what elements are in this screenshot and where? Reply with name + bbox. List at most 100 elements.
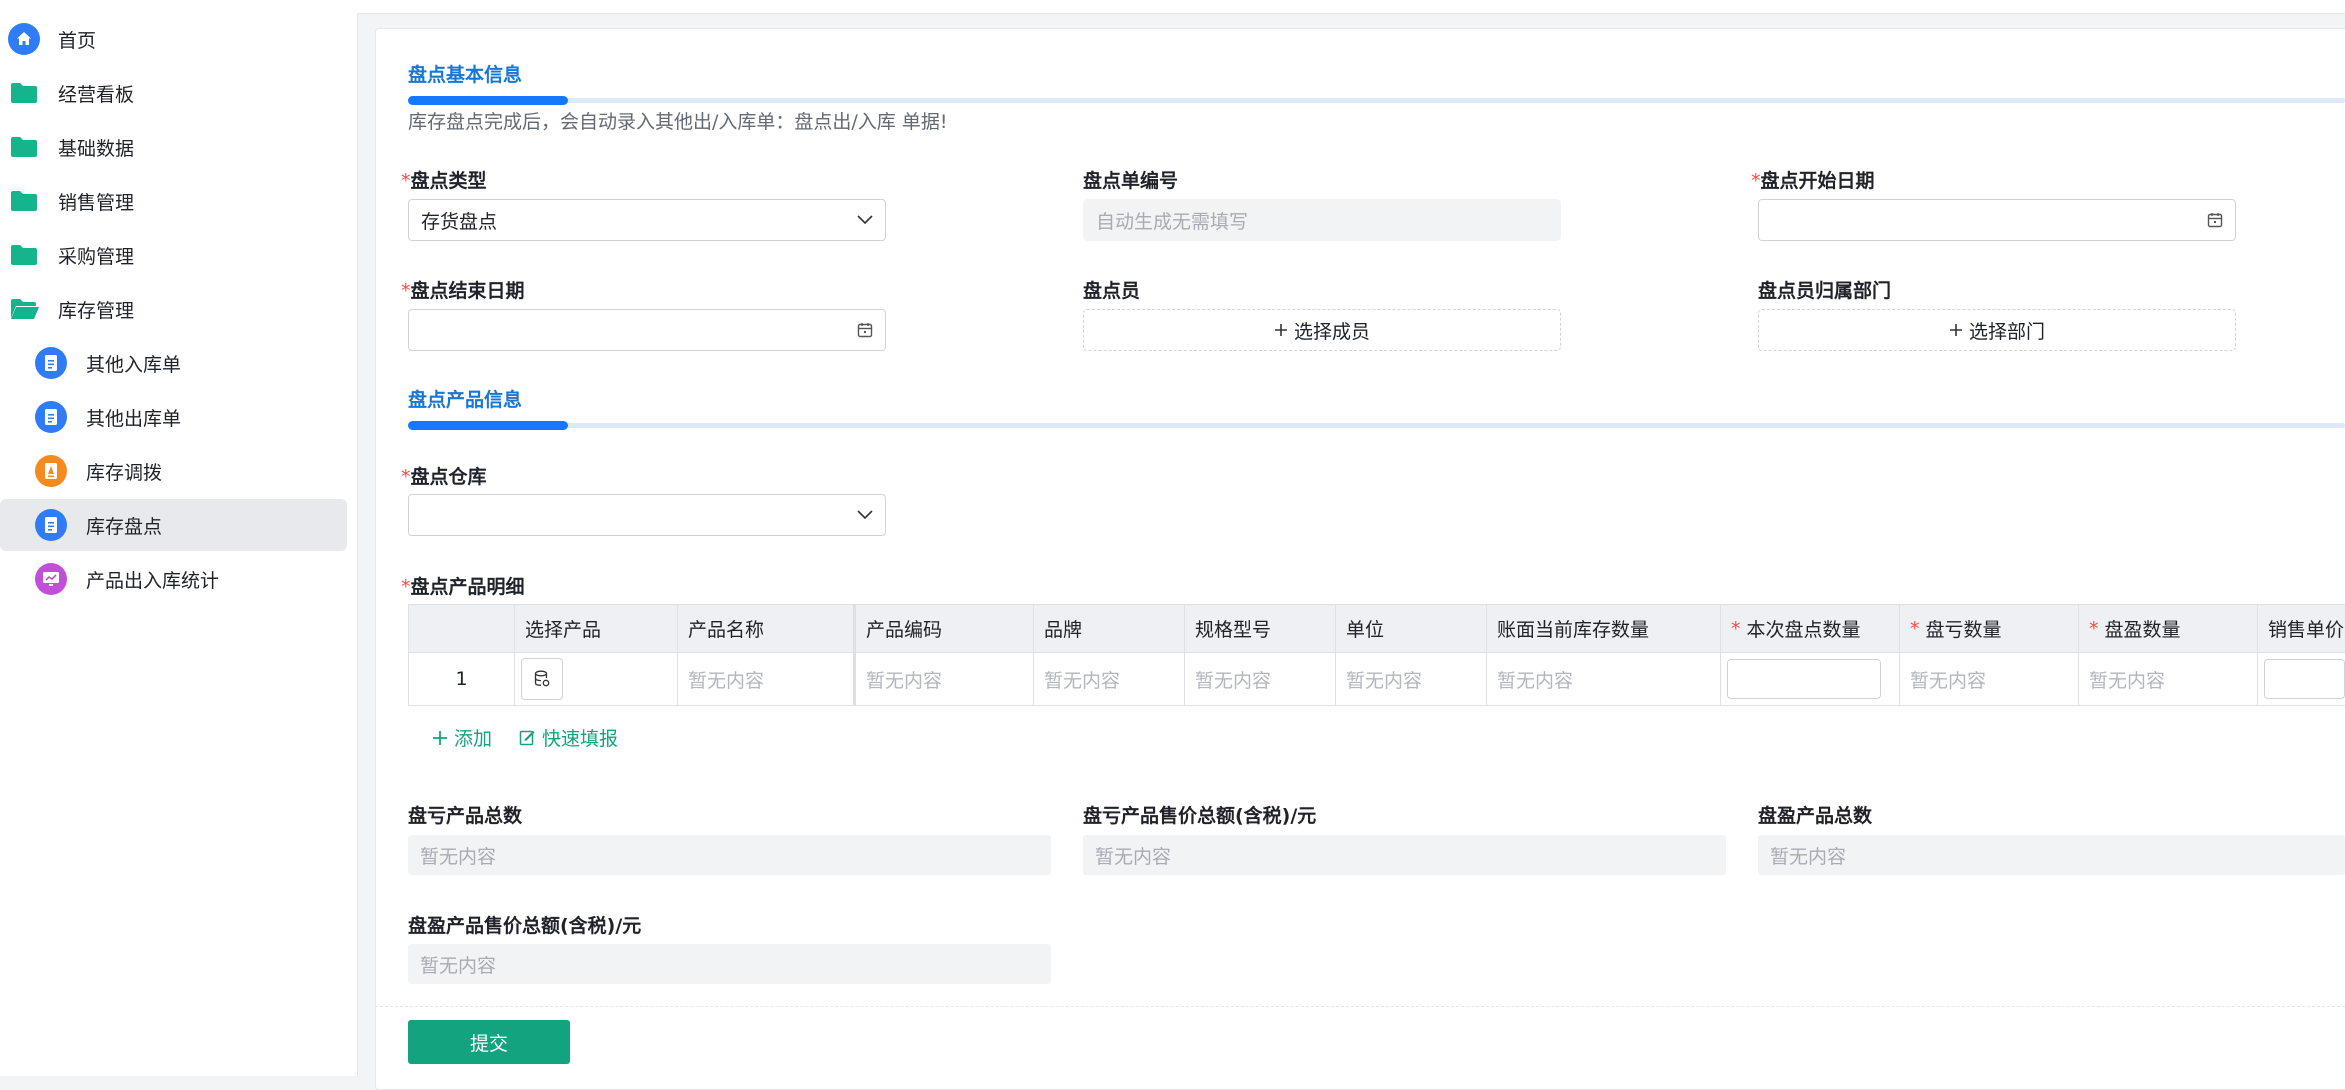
end-date-input[interactable] (408, 309, 886, 351)
sidebar-item-purchase[interactable]: 采购管理 (0, 229, 347, 281)
table-header-cell: 选择产品 (515, 605, 678, 653)
home-icon (8, 23, 40, 55)
folder-icon (10, 136, 38, 158)
table-header-cell: * 本次盘点数量 (1721, 605, 1900, 653)
sidebar-item-home[interactable]: 首页 (0, 13, 347, 65)
table-header-cell: 规格型号 (1185, 605, 1336, 653)
field-label-gain-amount: 盘盈产品售价总额(含税)/元 (408, 915, 642, 937)
sidebar-item-inventory[interactable]: 库存管理 (0, 283, 347, 335)
table-header-index (408, 605, 515, 653)
sidebar-item-label: 其他出库单 (86, 407, 182, 430)
sidebar-item-basic-data[interactable]: 基础数据 (0, 121, 347, 173)
sidebar-item-stocktake[interactable]: 库存盘点 (0, 499, 347, 551)
document-icon (35, 347, 67, 379)
select-department-label: 选择部门 (1968, 320, 2045, 343)
section-title-products: 盘点产品信息 (408, 389, 523, 411)
field-label-number: 盘点单编号 (1083, 170, 1179, 192)
sidebar-item-io-stats[interactable]: 产品出入库统计 (0, 553, 347, 605)
folder-open-icon (10, 298, 40, 320)
database-icon (534, 670, 550, 688)
sidebar-item-label: 经营看板 (58, 83, 135, 106)
select-department-button[interactable]: 选择部门 (1758, 309, 2236, 351)
table-cell: 暂无内容 (1336, 653, 1487, 706)
sidebar-item-label: 首页 (58, 29, 97, 52)
calendar-icon (857, 322, 873, 338)
edit-icon (519, 729, 536, 746)
field-label-type: *盘点类型 (401, 170, 487, 192)
sidebar-item-label: 基础数据 (58, 137, 135, 160)
transfer-icon (35, 455, 67, 487)
document-icon (35, 401, 67, 433)
folder-icon (10, 82, 38, 104)
loss-amount-value: 暂无内容 (1083, 835, 1726, 875)
section-hint: 库存盘点完成后，会自动录入其他出/入库单：盘点出/入库 单据! (408, 111, 948, 133)
table-header-cell: 单位 (1336, 605, 1487, 653)
table-cell: 暂无内容 (678, 653, 856, 706)
field-label-counter: 盘点员 (1083, 280, 1141, 302)
field-label-start-date: *盘点开始日期 (1751, 170, 1875, 192)
field-label-detail: *盘点产品明细 (401, 576, 525, 598)
table-cell: 暂无内容 (2079, 653, 2258, 706)
warehouse-select[interactable] (408, 494, 886, 536)
top-strip (357, 0, 2345, 14)
field-label-loss-amount: 盘亏产品售价总额(含税)/元 (1083, 805, 1317, 827)
section-title-basic: 盘点基本信息 (408, 64, 523, 86)
section-underline (408, 96, 2345, 105)
sidebar-item-label: 产品出入库统计 (86, 569, 220, 592)
select-member-label: 选择成员 (1293, 320, 1370, 343)
table-header-cell: 品牌 (1034, 605, 1185, 653)
loss-count-value: 暂无内容 (408, 835, 1051, 875)
number-field: 自动生成无需填写 (1083, 199, 1561, 241)
sidebar: 首页 经营看板 基础数据 销售管理 采购管理 库存管理 其他入库单 其他出库单 … (0, 0, 358, 1076)
sidebar-item-dashboard[interactable]: 经营看板 (0, 67, 347, 119)
folder-icon (10, 190, 38, 212)
field-label-warehouse: *盘点仓库 (401, 466, 487, 488)
quick-fill-label: 快速填报 (542, 728, 619, 750)
table-cell-count-input (1721, 653, 1900, 706)
sidebar-item-sales[interactable]: 销售管理 (0, 175, 347, 227)
sidebar-item-transfer[interactable]: 库存调拨 (0, 445, 347, 497)
table-header-cell: 销售单价( (2258, 605, 2345, 653)
sale-price-input[interactable] (2264, 659, 2345, 699)
quick-fill-button[interactable]: 快速填报 (519, 724, 618, 751)
table-header-cell: 产品编码 (856, 605, 1034, 653)
table-cell: 暂无内容 (1487, 653, 1721, 706)
table-row-index: 1 (408, 653, 515, 706)
table-cell: 暂无内容 (1185, 653, 1336, 706)
document-icon (35, 509, 67, 541)
sidebar-item-label: 其他入库单 (86, 353, 182, 376)
type-select[interactable]: 存货盘点 (408, 199, 886, 241)
plus-icon (432, 730, 448, 746)
folder-icon (10, 244, 38, 266)
number-field-placeholder: 自动生成无需填写 (1096, 210, 1249, 233)
table-cell: 暂无内容 (1900, 653, 2079, 706)
table-header-cell: 产品名称 (678, 605, 856, 653)
calendar-icon (2207, 212, 2223, 228)
chevron-down-icon (857, 510, 873, 520)
sidebar-item-label: 库存管理 (58, 299, 135, 322)
sidebar-item-other-outbound[interactable]: 其他出库单 (0, 391, 347, 443)
sidebar-item-label: 销售管理 (58, 191, 135, 214)
table-cell-select-product (515, 653, 678, 706)
sidebar-item-label: 库存调拨 (86, 461, 163, 484)
sidebar-item-other-inbound[interactable]: 其他入库单 (0, 337, 347, 389)
submit-button[interactable]: 提交 (408, 1020, 570, 1064)
form-panel (375, 28, 2345, 1090)
count-quantity-input[interactable] (1727, 659, 1881, 699)
product-detail-table: 选择产品 产品名称 产品编码 品牌 规格型号 单位 账面当前库存数量 * 本次盘点… (408, 604, 2345, 707)
sidebar-item-label: 采购管理 (58, 245, 135, 268)
gain-amount-value: 暂无内容 (408, 944, 1051, 984)
select-member-button[interactable]: 选择成员 (1083, 309, 1561, 351)
select-product-button[interactable] (521, 658, 563, 700)
field-label-loss-count: 盘亏产品总数 (408, 805, 523, 827)
add-row-label: 添加 (454, 728, 493, 750)
footer-divider (375, 1006, 2345, 1007)
table-header-cell: * 盘盈数量 (2079, 605, 2258, 653)
start-date-input[interactable] (1758, 199, 2236, 241)
add-row-button[interactable]: 添加 (432, 724, 492, 751)
field-label-gain-count: 盘盈产品总数 (1758, 805, 1873, 827)
field-label-end-date: *盘点结束日期 (401, 280, 525, 302)
plus-icon (1274, 323, 1288, 337)
table-header-cell: * 盘亏数量 (1900, 605, 2079, 653)
table-cell: 暂无内容 (856, 653, 1034, 706)
